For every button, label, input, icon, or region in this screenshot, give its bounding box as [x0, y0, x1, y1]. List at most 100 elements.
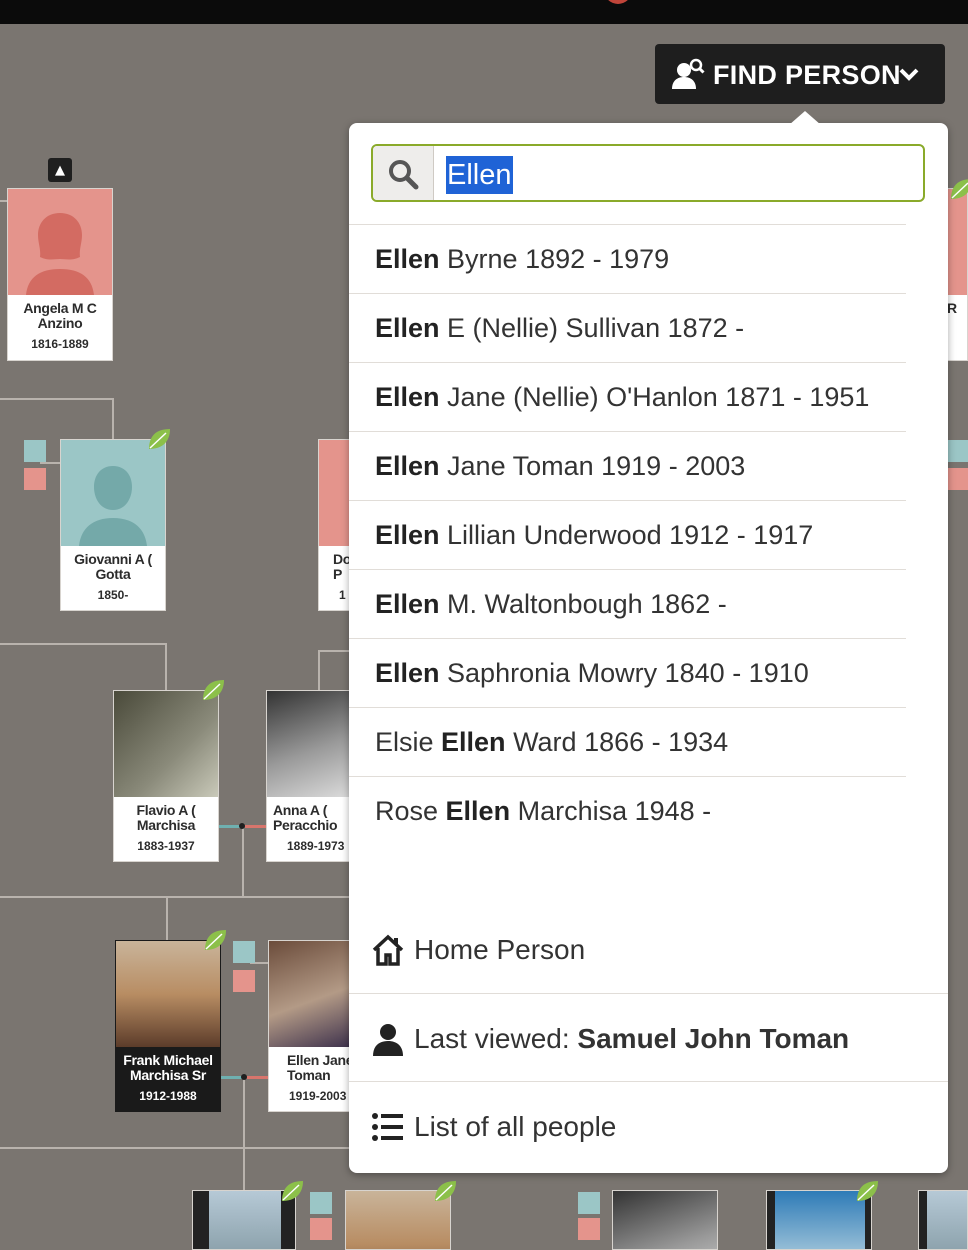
tree-connector [0, 643, 167, 645]
parent-male-icon[interactable] [310, 1192, 332, 1214]
leaf-icon[interactable] [146, 426, 172, 452]
home-person-option[interactable]: Home Person [349, 933, 948, 967]
person-photo [775, 1191, 865, 1249]
tree-connector [243, 1078, 245, 1198]
last-viewed-option[interactable]: Last viewed: Samuel John Toman [349, 1022, 948, 1056]
search-result[interactable]: Ellen Lillian Underwood 1912 - 1917 [349, 501, 906, 570]
tree-connector [318, 650, 320, 690]
top-bar [0, 0, 968, 24]
parent-female-icon[interactable] [24, 468, 46, 490]
leaf-icon[interactable] [432, 1178, 458, 1204]
person-card[interactable]: Flavio A ( Marchisa 1883-1937 [113, 690, 219, 862]
person-card-selected[interactable]: Frank Michael Marchisa Sr 1912-1988 [115, 940, 221, 1112]
person-icon [373, 1024, 403, 1056]
home-icon [372, 934, 404, 966]
tree-connector [165, 643, 167, 691]
person-name: Angela M C Anzino [23, 300, 97, 331]
person-photo [114, 691, 218, 797]
person-name: Ellen Jane Toman [287, 1052, 354, 1083]
parent-male-icon[interactable] [578, 1192, 600, 1214]
search-icon [389, 160, 419, 190]
search-input-selection: Ellen [446, 156, 513, 194]
list-all-people-option[interactable]: List of all people [349, 1110, 948, 1144]
spouse-link [245, 825, 267, 828]
search-result[interactable]: Rose Ellen Marchisa 1948 - [349, 777, 906, 845]
person-photo [269, 941, 355, 1047]
list-icon [372, 1113, 403, 1141]
person-card[interactable]: Anna A ( Peracchio 1889-1973 [266, 690, 356, 862]
tree-connector [0, 896, 350, 898]
parent-female-icon[interactable] [310, 1218, 332, 1240]
search-result[interactable]: Ellen Byrne 1892 - 1979 [349, 225, 906, 294]
divider [349, 993, 948, 994]
tree-connector [40, 462, 60, 464]
leaf-icon[interactable] [854, 1178, 880, 1204]
person-dates: 1850- [97, 588, 129, 602]
person-dates: 1883-1937 [137, 839, 195, 853]
person-dates: 1919-2003 [289, 1089, 347, 1103]
person-card[interactable] [612, 1190, 718, 1250]
spouse-link-dot [239, 823, 245, 829]
male-silhouette-icon [79, 466, 147, 546]
parent-male-icon[interactable] [233, 941, 255, 963]
person-photo [116, 941, 220, 1047]
person-photo [613, 1191, 717, 1249]
parent-female-icon[interactable] [946, 468, 968, 490]
search-result[interactable]: Elsie Ellen Ward 1866 - 1934 [349, 708, 906, 777]
search-result[interactable]: Ellen Jane (Nellie) O'Hanlon 1871 - 1951 [349, 363, 906, 432]
person-card[interactable] [918, 1190, 968, 1250]
search-icon-box [373, 146, 434, 200]
search-result[interactable]: Ellen E (Nellie) Sullivan 1872 - [349, 294, 906, 363]
search-input[interactable] [445, 152, 915, 194]
person-dates: 1816-1889 [31, 337, 89, 351]
spouse-link [247, 1076, 269, 1079]
leaf-icon[interactable] [948, 176, 968, 202]
collapse-up-icon[interactable]: ▲ [48, 158, 72, 182]
top-bar-indicator [604, 0, 632, 4]
person-dates: 1912-1988 [139, 1089, 197, 1103]
person-photo [267, 691, 355, 797]
person-name: Flavio A ( Marchisa [136, 802, 196, 833]
find-person-button[interactable]: FIND PERSON [655, 44, 945, 104]
spouse-link-dot [241, 1074, 247, 1080]
parent-male-icon[interactable] [24, 440, 46, 462]
tree-connector [166, 896, 168, 941]
leaf-icon[interactable] [202, 927, 228, 953]
person-photo [927, 1191, 967, 1249]
last-viewed-prefix: Last viewed: [414, 1023, 578, 1054]
person-card[interactable]: Ellen Jane Toman 1919-2003 [268, 940, 356, 1112]
female-silhouette-icon [26, 213, 94, 295]
chevron-down-icon [899, 68, 919, 81]
parent-female-icon[interactable] [233, 970, 255, 992]
person-card[interactable]: Angela M C Anzino 1816-1889 [7, 188, 113, 361]
divider [349, 1081, 948, 1082]
leaf-icon[interactable] [200, 677, 226, 703]
parent-male-icon[interactable] [946, 440, 968, 462]
photo-placeholder [61, 440, 165, 546]
person-card[interactable]: Giovanni A ( Gotta 1850- [60, 439, 166, 611]
tree-connector [0, 1147, 350, 1149]
photo-placeholder [8, 189, 112, 295]
search-result[interactable]: Ellen Jane Toman 1919 - 2003 [349, 432, 906, 501]
search-result[interactable]: Ellen M. Waltonbough 1862 - [349, 570, 906, 639]
tree-connector [112, 398, 114, 440]
person-dates: 1889-1973 [287, 839, 345, 853]
person-name: Frank Michael Marchisa Sr [123, 1052, 213, 1083]
last-viewed-name: Samuel John Toman [577, 1023, 850, 1054]
person-search-icon [672, 58, 705, 89]
tree-connector [242, 828, 244, 898]
tree-connector [0, 398, 114, 400]
person-photo [209, 1191, 281, 1249]
person-name: Giovanni A ( Gotta [74, 551, 152, 582]
parent-female-icon[interactable] [578, 1218, 600, 1240]
search-result[interactable]: Ellen Saphronia Mowry 1840 - 1910 [349, 639, 906, 708]
find-person-label: FIND PERSON [713, 60, 901, 90]
person-name: R [947, 300, 957, 316]
dropdown-caret [789, 111, 821, 125]
search-results: Ellen Byrne 1892 - 1979 Ellen E (Nellie)… [349, 224, 906, 845]
person-name: Anna A ( Peracchio [273, 802, 338, 833]
find-person-dropdown: Ellen Ellen Byrne 1892 - 1979 Ellen E (N… [349, 111, 948, 1173]
tree-connector [318, 650, 350, 652]
search-box[interactable]: Ellen [371, 144, 925, 202]
leaf-icon[interactable] [279, 1178, 305, 1204]
